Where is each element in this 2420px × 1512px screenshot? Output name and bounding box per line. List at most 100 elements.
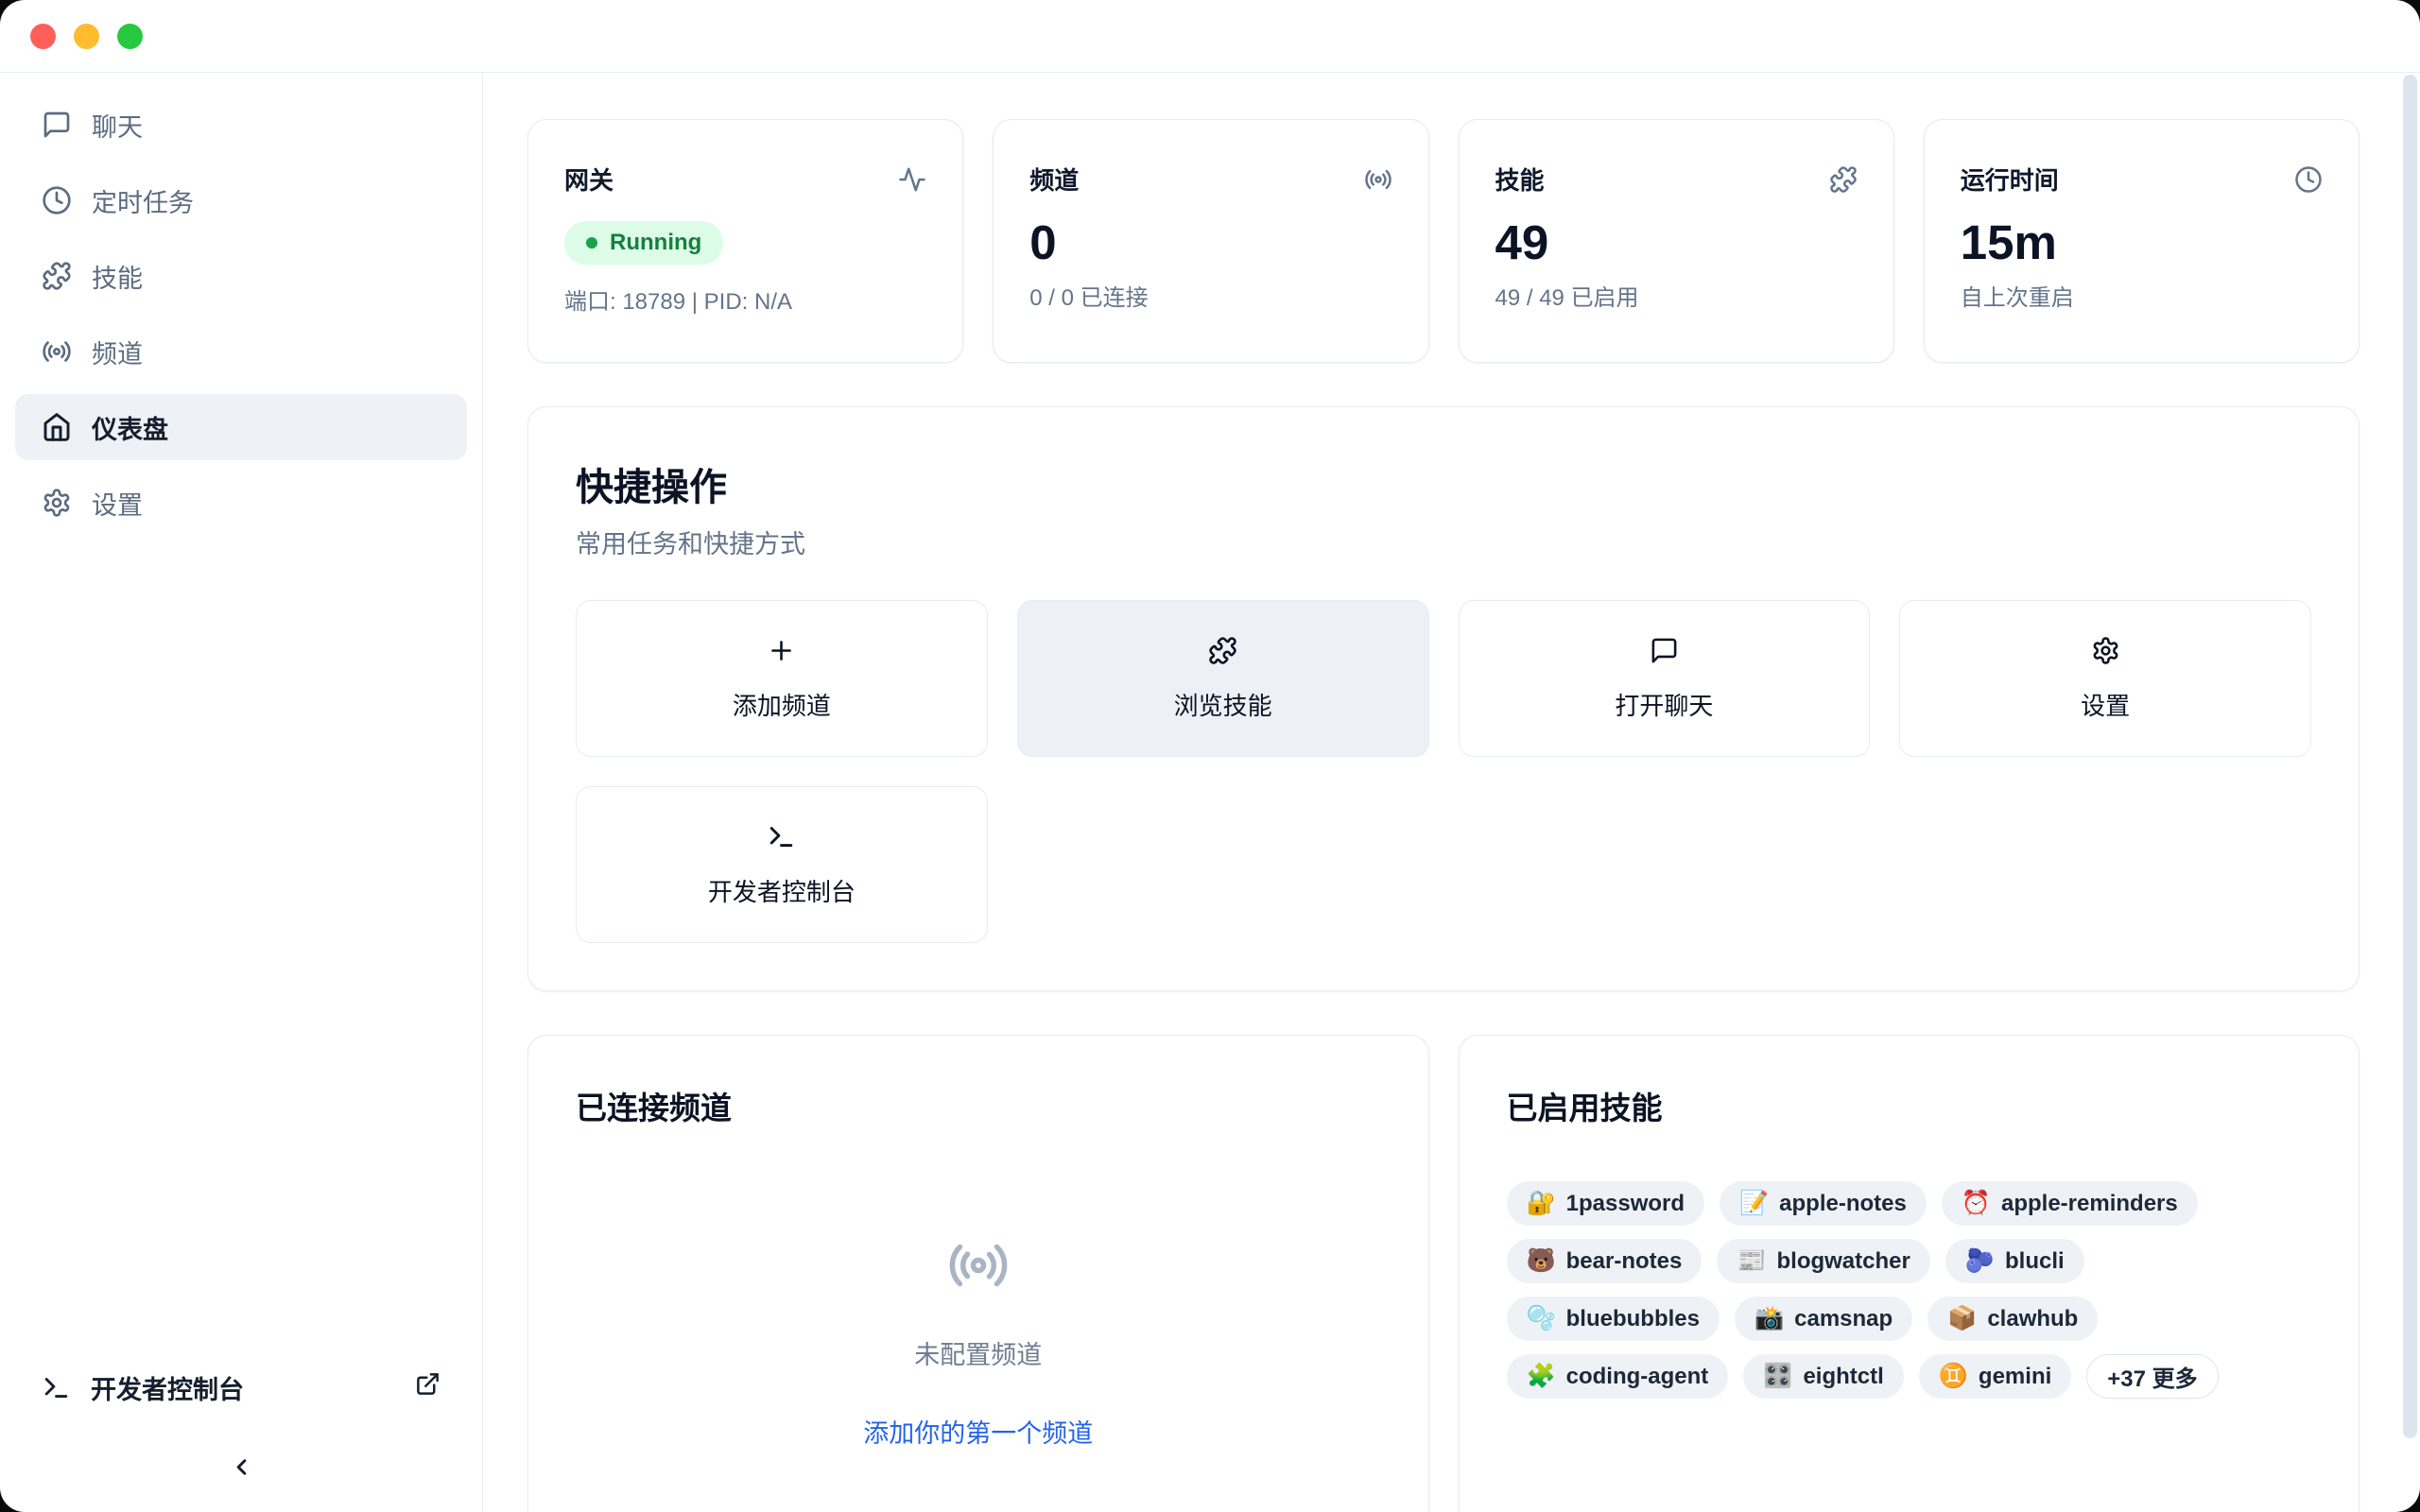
browse-skills-button[interactable]: 浏览技能 xyxy=(1017,600,1429,757)
blueberries-emoji-icon: 🫐 xyxy=(1965,1249,1995,1273)
stats-row: 网关 Running 端口: 18789 | PID: N/A 频道 xyxy=(527,119,2360,363)
sidebar-item-label: 设置 xyxy=(92,485,143,522)
home-icon xyxy=(42,412,72,442)
action-label: 打开聊天 xyxy=(1615,687,1713,722)
terminal-icon xyxy=(767,822,796,851)
stat-detail: 自上次重启 xyxy=(1961,279,2323,312)
puzzle-emoji-icon: 🧩 xyxy=(1527,1365,1556,1388)
skill-pill: 🫐blucli xyxy=(1945,1239,2084,1283)
radio-icon xyxy=(42,336,72,367)
puzzle-icon xyxy=(1829,165,1858,194)
enabled-skills-title: 已启用技能 xyxy=(1507,1083,2312,1128)
quick-actions-grid: 添加频道 浏览技能 打开聊天 设置 xyxy=(576,600,2311,943)
stat-title: 频道 xyxy=(1029,162,1079,197)
skill-pill: 🧩coding-agent xyxy=(1507,1354,1729,1399)
skill-pill: 📦 clawhub xyxy=(1927,1297,2098,1341)
bear-emoji-icon: 🐻 xyxy=(1527,1249,1556,1273)
clock-icon xyxy=(2294,165,2323,194)
gateway-detail: 端口: 18789 | PID: N/A xyxy=(564,283,926,316)
skill-name: apple-notes xyxy=(1779,1191,1907,1217)
app-window: 聊天 定时任务 技能 频道 仪表盘 设置 xyxy=(0,0,2420,1512)
scrollbar-thumb[interactable] xyxy=(2403,75,2417,1438)
empty-state-text: 未配置频道 xyxy=(914,1334,1042,1371)
skill-name: apple-reminders xyxy=(2001,1191,2178,1217)
puzzle-icon xyxy=(42,261,72,291)
developer-console-button[interactable]: 开发者控制台 xyxy=(576,786,988,943)
skill-pill: ⏰ apple-reminders xyxy=(1942,1181,2198,1226)
add-first-channel-link[interactable]: 添加你的第一个频道 xyxy=(863,1413,1093,1450)
sidebar-item-skills[interactable]: 技能 xyxy=(15,243,467,309)
more-skills-button[interactable]: +37 更多 xyxy=(2086,1354,2218,1399)
main-content: 网关 Running 端口: 18789 | PID: N/A 频道 xyxy=(483,73,2420,1512)
sidebar-item-label: 定时任务 xyxy=(92,182,194,219)
enabled-skills-card: 已启用技能 🔐 1password 📝 apple-notes ⏰ apple-rem… xyxy=(1459,1035,2360,1512)
package-emoji-icon: 📦 xyxy=(1947,1307,1977,1331)
skills-list: 🔐 1password 📝 apple-notes ⏰ apple-reminders… xyxy=(1507,1181,2312,1399)
status-dot xyxy=(586,237,597,249)
sidebar-item-settings[interactable]: 设置 xyxy=(15,470,467,536)
sidebar-collapse-button[interactable] xyxy=(222,1448,260,1486)
skill-name: 1password xyxy=(1566,1191,1685,1217)
skill-name: gemini xyxy=(1979,1364,2051,1390)
skill-pill: 🐻bear-notes xyxy=(1507,1239,1703,1283)
knobs-emoji-icon: 🎛️ xyxy=(1763,1365,1792,1388)
skill-pill: 🫧 bluebubbles xyxy=(1507,1297,1720,1341)
chat-icon xyxy=(1650,636,1679,665)
stat-card-skills: 技能 49 49 / 49 已启用 xyxy=(1459,119,1894,363)
sidebar-item-label: 仪表盘 xyxy=(92,409,168,446)
skill-name: bluebubbles xyxy=(1566,1306,1700,1332)
sidebar-item-scheduled-tasks[interactable]: 定时任务 xyxy=(15,167,467,233)
alarm-emoji-icon: ⏰ xyxy=(1962,1192,1991,1215)
channels-empty-state: 未配置频道 添加你的第一个频道 xyxy=(576,1128,1381,1450)
gemini-emoji-icon: ♊️ xyxy=(1939,1365,1968,1388)
stat-value: 15m xyxy=(1961,217,2323,268)
memo-emoji-icon: 📝 xyxy=(1739,1192,1769,1215)
gear-icon xyxy=(2091,636,2120,665)
sidebar-item-channels[interactable]: 频道 xyxy=(15,318,467,385)
action-label: 开发者控制台 xyxy=(708,873,856,908)
titlebar xyxy=(0,0,2420,73)
settings-button[interactable]: 设置 xyxy=(1899,600,2311,757)
clock-icon xyxy=(42,185,72,215)
bottom-row: 已连接频道 未配置频道 添加你的第一个频道 已启用技能 🔐 1password 📝… xyxy=(527,1035,2360,1512)
skill-pill: 📸 camsnap xyxy=(1735,1297,1912,1341)
stat-title: 网关 xyxy=(564,162,614,197)
minimize-button[interactable] xyxy=(74,24,99,49)
sidebar-item-dashboard[interactable]: 仪表盘 xyxy=(15,394,467,460)
quick-actions-card: 快捷操作 常用任务和快捷方式 添加频道 浏览技能 打开聊天 xyxy=(527,406,2360,991)
chevron-left-icon xyxy=(229,1454,254,1480)
sidebar-item-chat[interactable]: 聊天 xyxy=(15,92,467,158)
action-label: 浏览技能 xyxy=(1174,687,1272,722)
skill-name: clawhub xyxy=(1987,1306,2078,1332)
gear-icon xyxy=(42,488,72,518)
connected-channels-card: 已连接频道 未配置频道 添加你的第一个频道 xyxy=(527,1035,1429,1512)
quick-actions-title: 快捷操作 xyxy=(576,456,2311,511)
stat-card-channels: 频道 0 0 / 0 已连接 xyxy=(993,119,1428,363)
stat-title: 技能 xyxy=(1495,162,1545,197)
sidebar-item-label: 频道 xyxy=(92,334,143,370)
status-label: Running xyxy=(610,230,701,256)
close-button[interactable] xyxy=(30,24,56,49)
stat-value: 49 xyxy=(1495,217,1858,268)
sidebar-item-label: 技能 xyxy=(92,258,143,295)
sidebar: 聊天 定时任务 技能 频道 仪表盘 设置 xyxy=(0,73,483,1512)
skill-name: camsnap xyxy=(1794,1306,1893,1332)
zoom-button[interactable] xyxy=(117,24,143,49)
lock-emoji-icon: 🔐 xyxy=(1527,1192,1556,1215)
add-channel-button[interactable]: 添加频道 xyxy=(576,600,988,757)
skill-pill: ♊️ gemini xyxy=(1919,1354,2071,1399)
newspaper-emoji-icon: 📰 xyxy=(1737,1249,1766,1273)
plus-icon xyxy=(767,636,796,665)
stat-title: 运行时间 xyxy=(1961,162,2059,197)
activity-icon xyxy=(898,165,926,194)
skill-name: blogwatcher xyxy=(1776,1248,1910,1275)
stat-card-uptime: 运行时间 15m 自上次重启 xyxy=(1924,119,2360,363)
camera-emoji-icon: 📸 xyxy=(1754,1307,1784,1331)
radio-icon xyxy=(947,1234,1010,1297)
skill-pill: 📝 apple-notes xyxy=(1720,1181,1927,1226)
quick-actions-subtitle: 常用任务和快捷方式 xyxy=(576,524,2311,560)
bubbles-emoji-icon: 🫧 xyxy=(1527,1307,1556,1331)
open-chat-button[interactable]: 打开聊天 xyxy=(1459,600,1871,757)
developer-console-link[interactable]: 开发者控制台 xyxy=(15,1357,467,1418)
skill-pill: 📰 blogwatcher xyxy=(1717,1239,1930,1283)
